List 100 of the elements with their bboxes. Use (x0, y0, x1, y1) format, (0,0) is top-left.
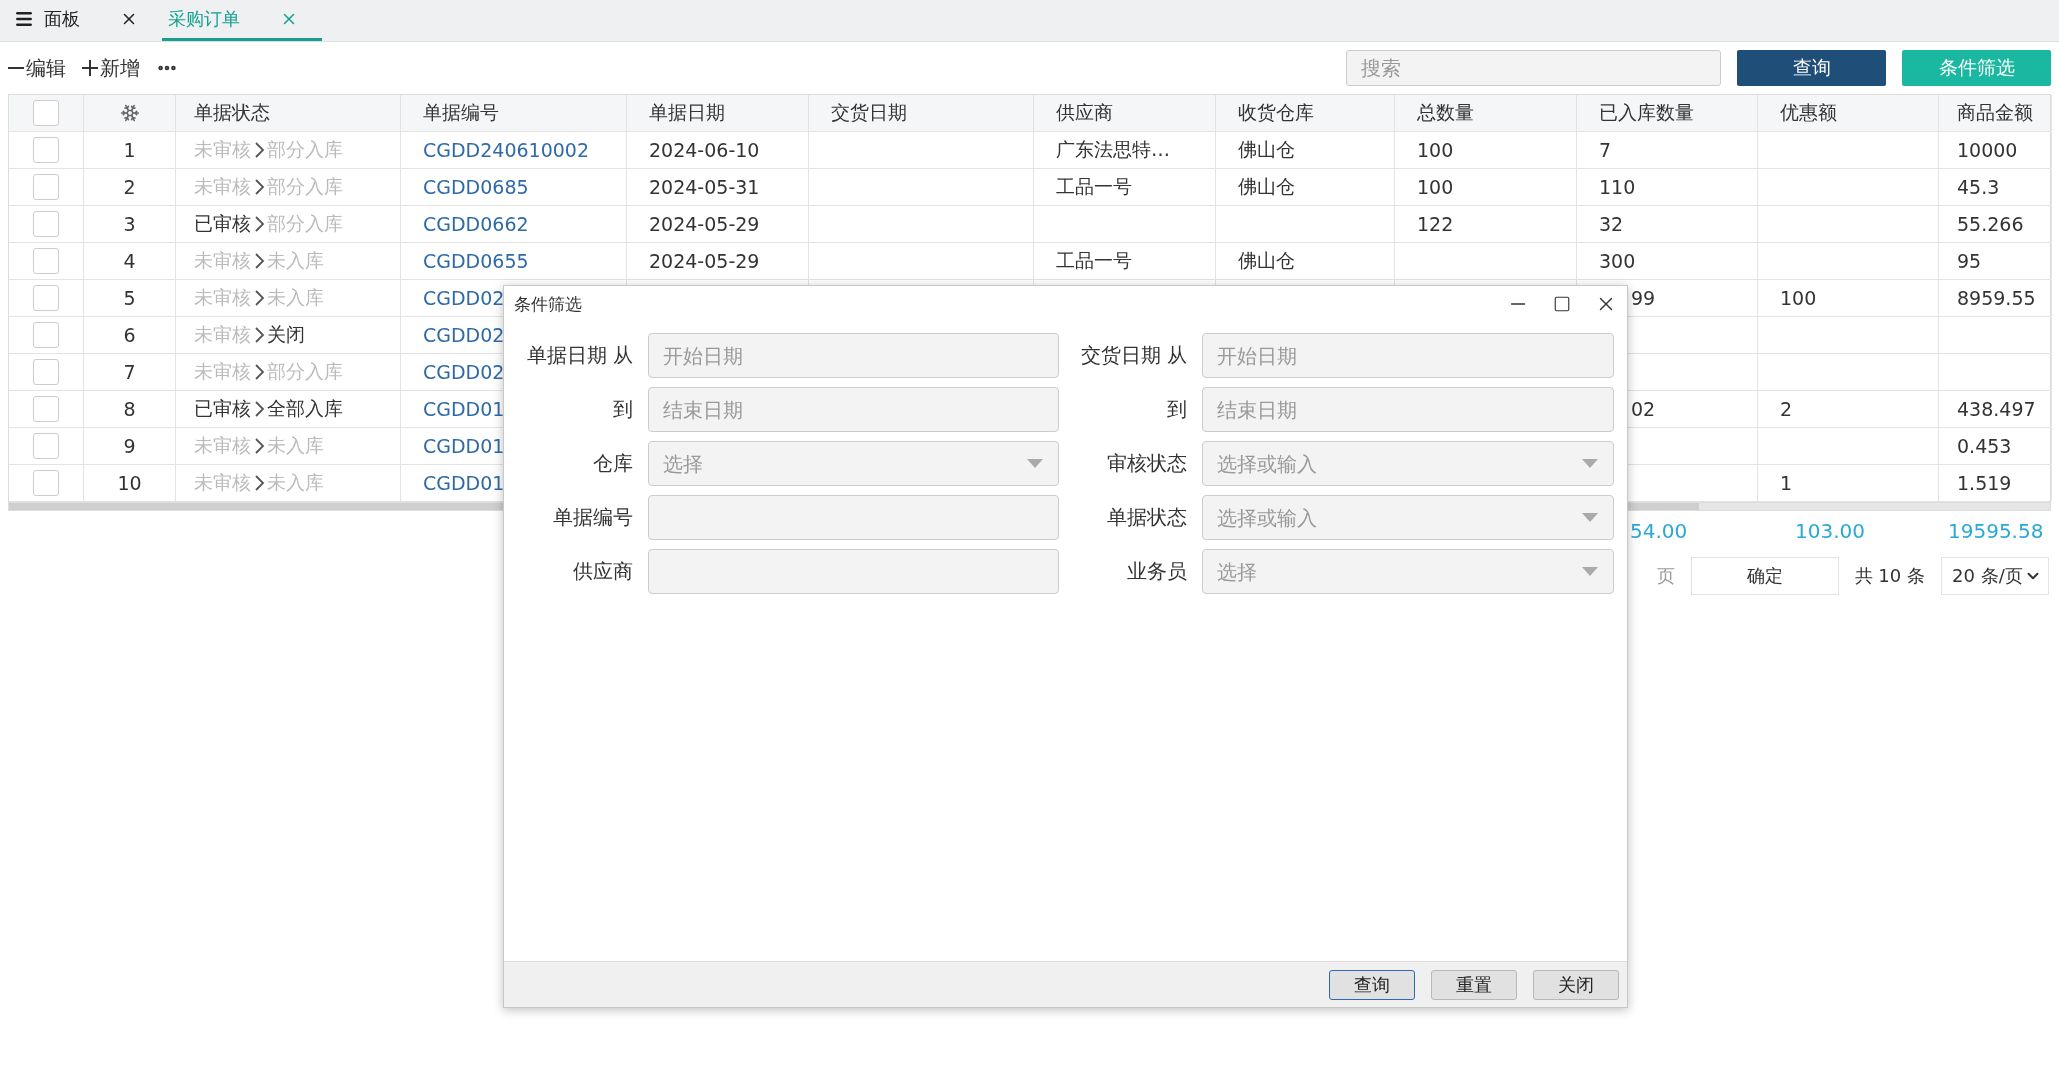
search-field[interactable]: 搜索 (1346, 50, 1721, 86)
audit-status: 未审核 (194, 285, 251, 310)
chevron-icon (253, 141, 265, 159)
checkbox[interactable] (33, 285, 59, 311)
order-link[interactable]: CGDD02 (423, 361, 505, 383)
column-header: 单据编号 (423, 100, 499, 125)
chevron-icon (253, 400, 265, 418)
table-cell: 0.453 (1957, 435, 2012, 457)
column-header: 单据日期 (649, 100, 725, 125)
input-field[interactable] (648, 495, 1059, 540)
toolbar-action[interactable]: 编辑 (8, 54, 66, 82)
snowflake-icon[interactable] (119, 103, 140, 123)
menu-icon[interactable] (14, 9, 34, 29)
chevron-icon (253, 474, 265, 492)
stock-status: 未入库 (267, 248, 324, 273)
column-header: 商品金额 (1957, 100, 2033, 125)
table-cell: 95 (1957, 250, 1982, 272)
table-cell: 438.497 (1957, 398, 2036, 420)
audit-status: 已审核 (194, 211, 251, 236)
table-cell: 122 (1417, 213, 1454, 235)
table-cell: 110 (1599, 176, 1636, 198)
order-link[interactable]: CGDD0655 (423, 250, 529, 272)
field-label: 仓库 (593, 450, 634, 477)
chevron-icon (253, 363, 265, 381)
checkbox[interactable] (33, 174, 59, 200)
row-number: 4 (123, 250, 136, 272)
order-link[interactable]: CGDD0685 (423, 176, 529, 198)
input-field[interactable] (648, 549, 1059, 594)
maximize-icon[interactable] (1553, 295, 1571, 313)
tab[interactable]: 面板 (8, 0, 162, 41)
table-cell: 100 (1780, 287, 1817, 309)
audit-status: 已审核 (194, 396, 251, 421)
row-number: 9 (123, 435, 136, 457)
dropdown-icon (1027, 459, 1043, 468)
confirm-button[interactable]: 确定 (1690, 557, 1839, 595)
plus-icon (82, 60, 98, 76)
dialog-title: 条件筛选 (514, 292, 583, 316)
table-cell: 10000 (1957, 139, 2018, 161)
table-cell: 2 (1780, 398, 1793, 420)
audit-status: 未审核 (194, 322, 251, 347)
chevron-icon (253, 252, 265, 270)
toolbar-action[interactable]: 新增 (82, 54, 140, 82)
dropdown-icon (1582, 513, 1598, 522)
stock-status: 部分入库 (267, 359, 343, 384)
audit-status: 未审核 (194, 470, 251, 495)
checkbox[interactable] (33, 248, 59, 274)
column-header: 总数量 (1417, 100, 1474, 125)
table-cell: 100 (1417, 176, 1454, 198)
checkbox[interactable] (33, 100, 59, 126)
select-field[interactable]: 选择或输入 (1202, 495, 1614, 540)
dialog-button[interactable]: 重置 (1431, 969, 1517, 1000)
order-link[interactable]: CGDD0662 (423, 213, 529, 235)
row-number: 7 (123, 361, 136, 383)
select-field[interactable]: 选择 (1202, 549, 1614, 594)
checkbox[interactable] (33, 137, 59, 163)
checkbox[interactable] (33, 396, 59, 422)
audit-status: 未审核 (194, 359, 251, 384)
order-link[interactable]: CGDD02 (423, 287, 505, 309)
input-field[interactable]: 开始日期 (1202, 333, 1614, 378)
field-label: 到 (613, 396, 634, 423)
minus-icon (8, 67, 24, 69)
dialog-button[interactable]: 查询 (1329, 969, 1415, 1000)
stock-status: 未入库 (267, 470, 324, 495)
checkbox[interactable] (33, 359, 59, 385)
table-cell: 2024-06-10 (649, 139, 760, 161)
query-button[interactable]: 查询 (1737, 50, 1886, 86)
input-field[interactable]: 结束日期 (1202, 387, 1614, 432)
table-cell: 32 (1599, 213, 1624, 235)
column-header: 优惠额 (1780, 100, 1837, 125)
order-link[interactable]: CGDD240610002 (423, 139, 590, 161)
checkbox[interactable] (33, 211, 59, 237)
select-field[interactable]: 选择或输入 (1202, 441, 1614, 486)
table-cell: 1.519 (1957, 472, 2012, 494)
stock-status: 部分入库 (267, 174, 343, 199)
dropdown-icon (1582, 459, 1598, 468)
order-link[interactable]: CGDD02 (423, 324, 505, 346)
total-value: 19595.58 (1947, 519, 2045, 543)
input-field[interactable]: 开始日期 (648, 333, 1059, 378)
select-field[interactable]: 选择 (648, 441, 1059, 486)
dialog-button[interactable]: 关闭 (1533, 969, 1619, 1000)
column-header: 供应商 (1056, 100, 1113, 125)
table-cell: 7 (1599, 139, 1612, 161)
row-number: 6 (123, 324, 136, 346)
field-label: 交货日期 从 (1080, 342, 1188, 369)
stock-status: 未入库 (267, 433, 324, 458)
checkbox[interactable] (33, 470, 59, 496)
checkbox[interactable] (33, 433, 59, 459)
order-link[interactable]: CGDD01 (423, 398, 505, 420)
page-size-select[interactable]: 20 条/页 (1941, 557, 2049, 595)
table-cell-text: 佛山仓 (1238, 248, 1295, 273)
row-number: 3 (123, 213, 136, 235)
audit-status: 未审核 (194, 137, 251, 162)
checkbox[interactable] (33, 322, 59, 348)
order-link[interactable]: CGDD01 (423, 435, 505, 457)
total-value: 103.00 (1794, 519, 1866, 543)
row-number: 2 (123, 176, 136, 198)
input-field[interactable]: 结束日期 (648, 387, 1059, 432)
order-link[interactable]: CGDD01 (423, 472, 505, 494)
tab[interactable]: 采购订单 (162, 0, 322, 41)
field-label: 业务员 (1127, 558, 1188, 585)
